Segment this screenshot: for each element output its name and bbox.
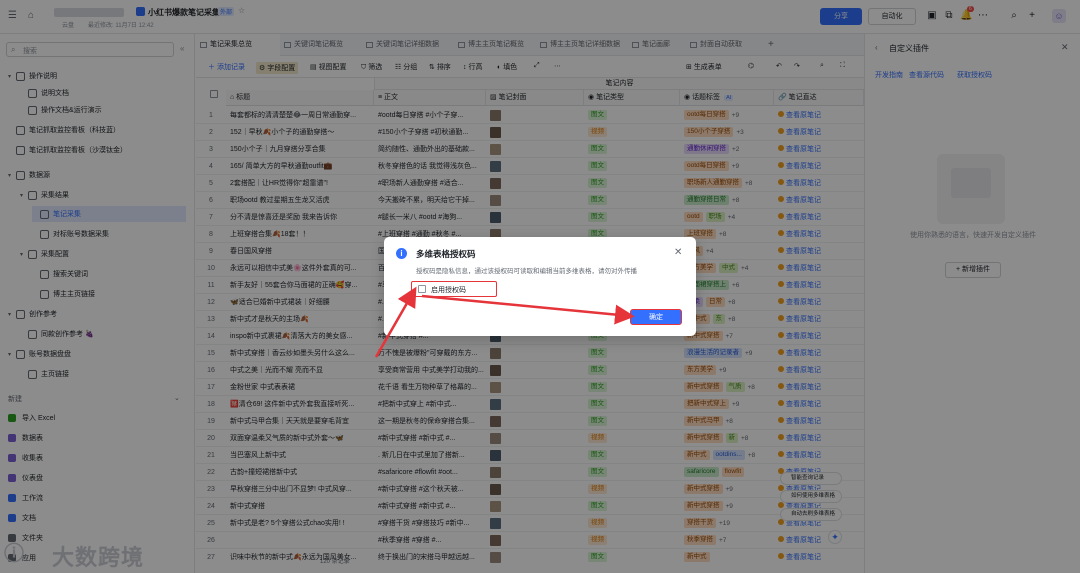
close-icon[interactable]: ✕	[674, 247, 682, 258]
dialog-title: 多维表格授权码	[416, 249, 476, 259]
dialog-description: 授权码是隐私信息，通过该授权码可读取和编辑当前多维表格，请勿对外传播	[416, 268, 637, 275]
confirm-button[interactable]: 确定	[630, 309, 682, 325]
info-icon: i	[396, 248, 407, 259]
enable-auth-code-option[interactable]: 启用授权码	[411, 281, 497, 297]
auth-code-dialog: i 多维表格授权码 ✕ 授权码是隐私信息，通过该授权码可读取和编辑当前多维表格，…	[384, 237, 696, 336]
enable-auth-code-checkbox[interactable]	[418, 285, 426, 293]
enable-auth-code-label: 启用授权码	[431, 287, 466, 294]
